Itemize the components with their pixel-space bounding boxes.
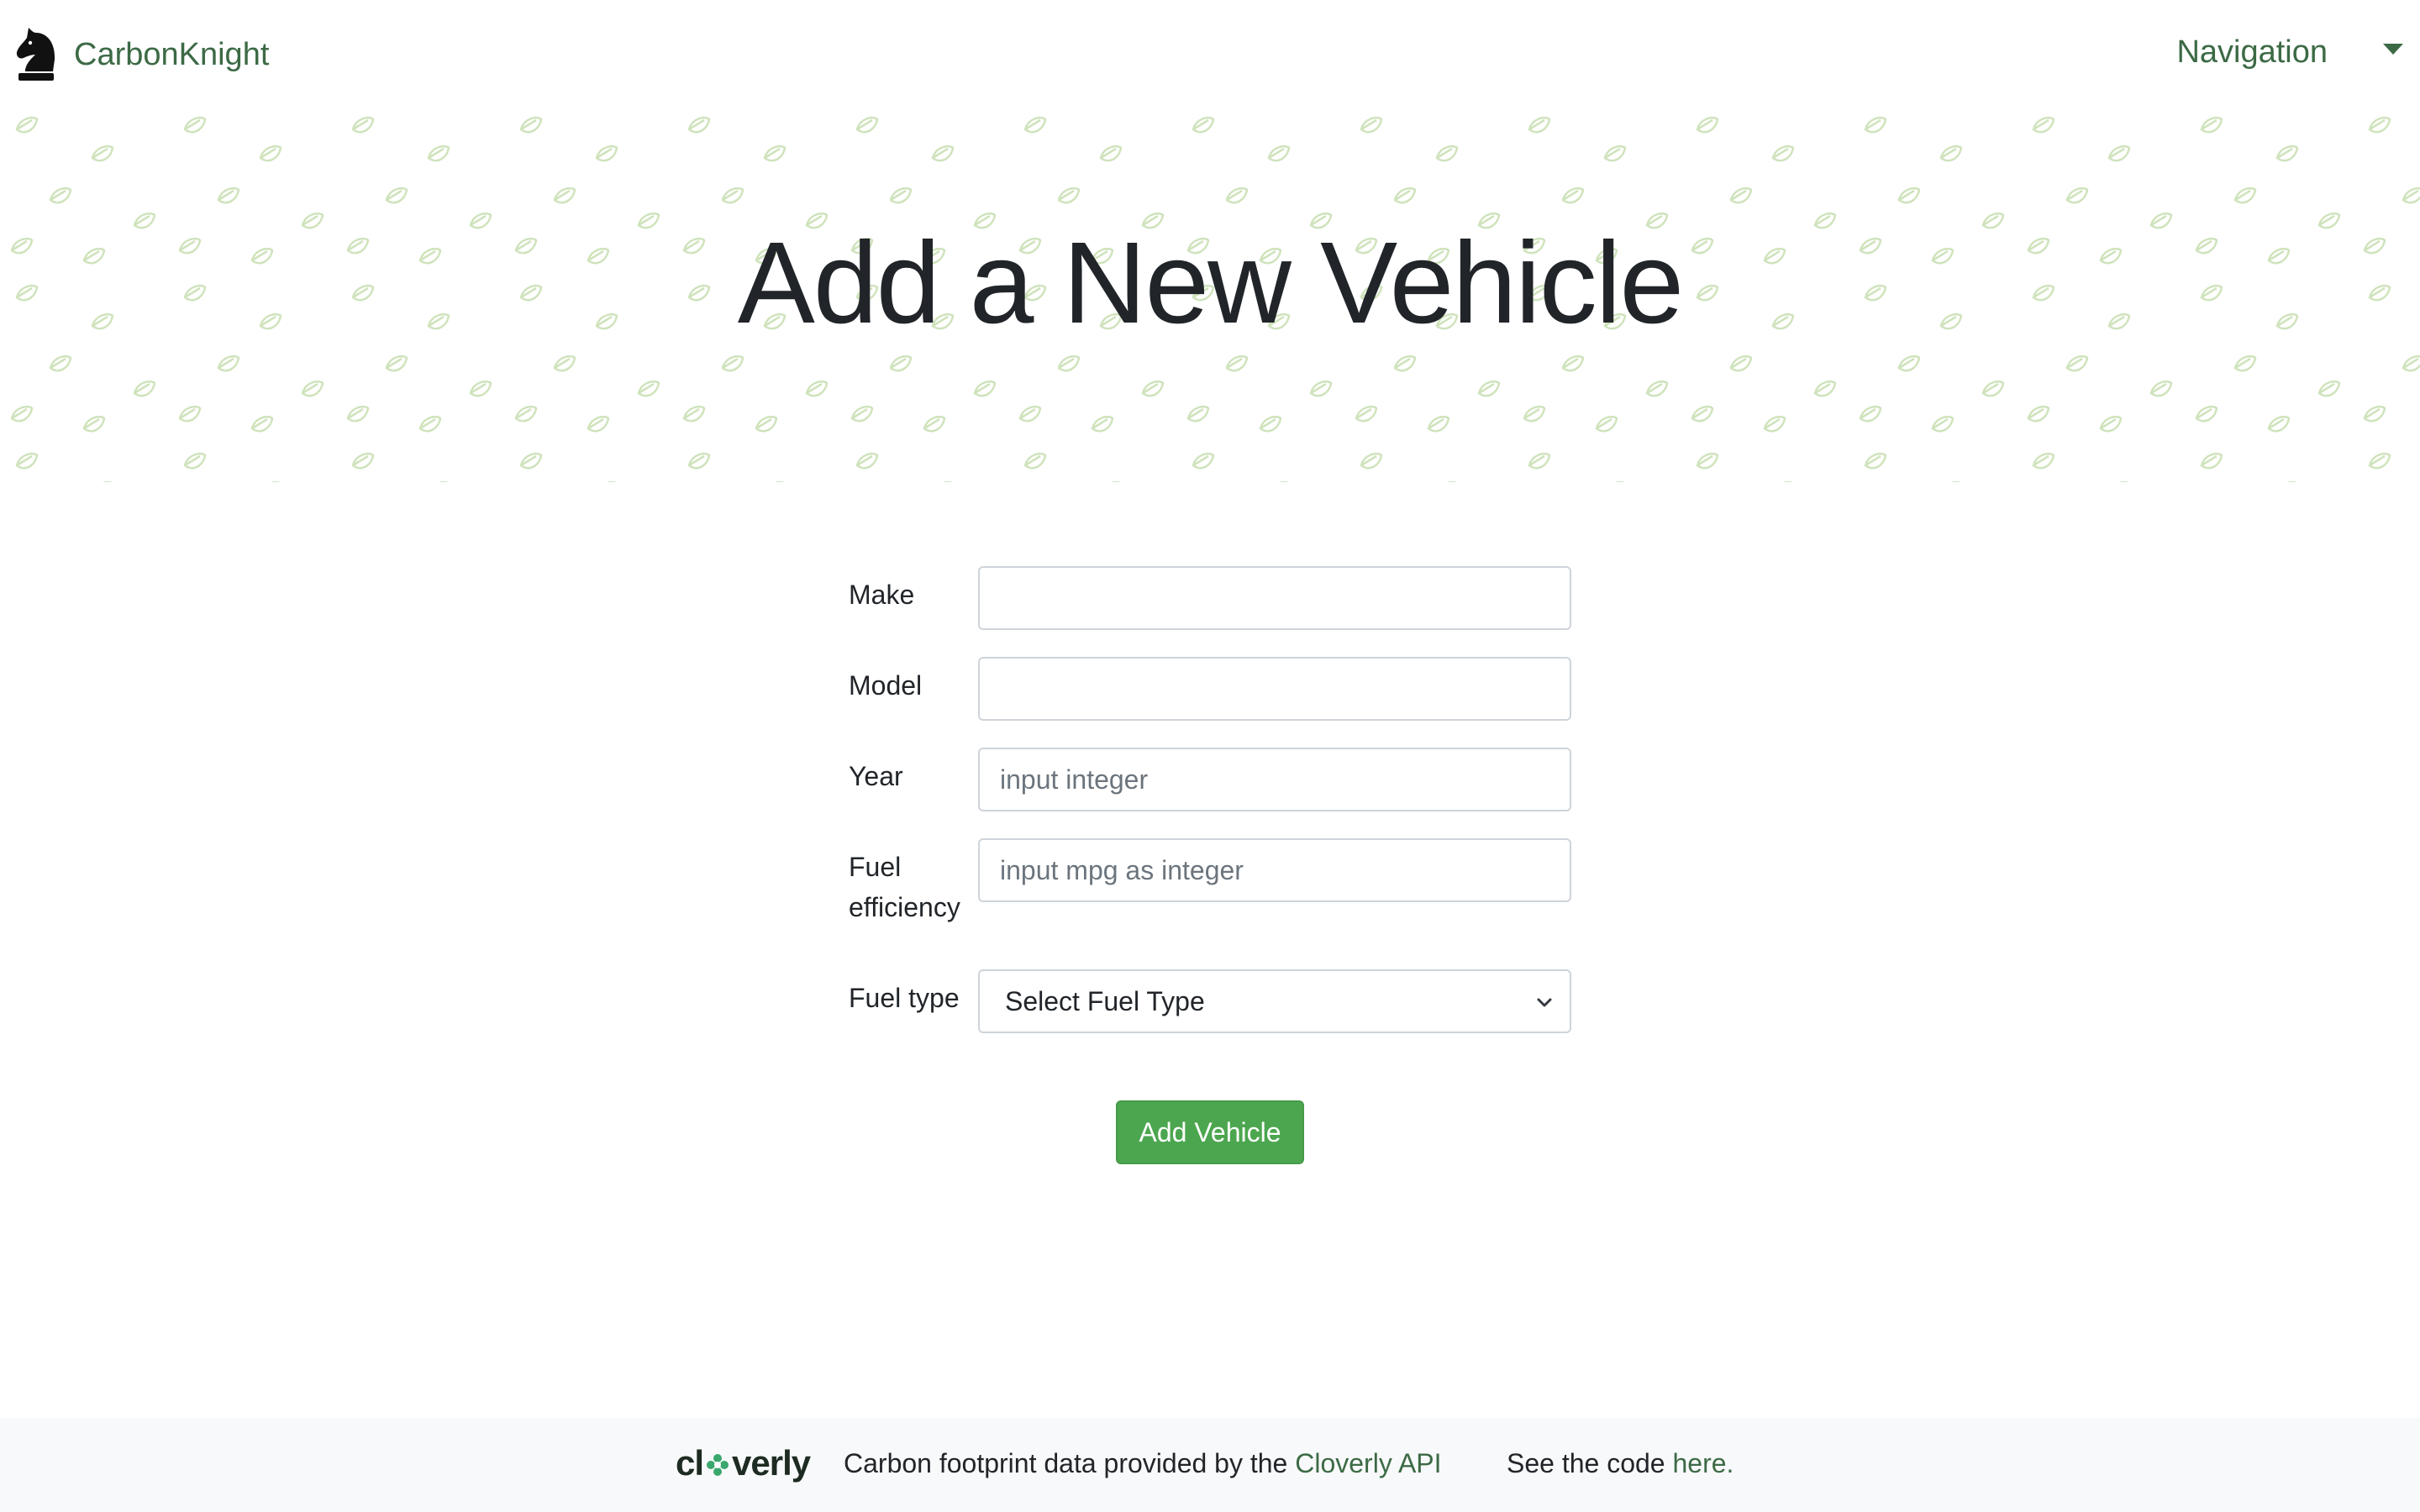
footer: cl verly Carbon footprint data provided … (0, 1418, 2420, 1512)
fuel-type-label: Fuel type (849, 983, 960, 1013)
navigation-label: Navigation (2176, 34, 2328, 70)
year-label: Year (849, 761, 903, 791)
chevron-down-icon (1537, 998, 1552, 1007)
footer-data-text: Carbon footprint data provided by the (844, 1448, 1296, 1478)
fuel-efficiency-input[interactable] (978, 838, 1571, 902)
source-code-link[interactable]: here (1672, 1448, 1726, 1478)
chess-knight-icon (16, 28, 55, 81)
navigation-dropdown-toggle[interactable]: Navigation (2176, 29, 2403, 76)
logo-text-prefix: cl (676, 1443, 704, 1483)
cloverly-logo: cl verly (676, 1443, 811, 1483)
fuel-efficiency-label: Fuel efficiency (849, 852, 960, 922)
footer-code-period: . (1726, 1448, 1734, 1478)
footer-data-credit: Carbon footprint data provided by the Cl… (844, 1448, 1442, 1479)
form-row-model: Model (849, 657, 1571, 721)
brand-link[interactable]: CarbonKnight (13, 25, 269, 84)
footer-code-credit: See the code here. (1507, 1448, 1733, 1479)
make-label: Make (849, 580, 915, 610)
fuel-type-select[interactable]: Select Fuel Type (978, 969, 1571, 1033)
navbar: CarbonKnight Navigation (0, 0, 2420, 108)
page-title: Add a New Vehicle (737, 218, 1684, 348)
model-label: Model (849, 670, 923, 701)
logo-text-suffix: verly (732, 1443, 811, 1483)
hero-banner: Add a New Vehicle (0, 108, 2420, 482)
make-input[interactable] (978, 566, 1571, 630)
model-input[interactable] (978, 657, 1571, 721)
form-row-year: Year (849, 748, 1571, 811)
brand-label: CarbonKnight (74, 36, 270, 72)
footer-code-text: See the code (1507, 1448, 1673, 1478)
form-row-fuel-efficiency: Fuel efficiency (849, 838, 1571, 939)
clover-icon (707, 1454, 729, 1476)
add-vehicle-button[interactable]: Add Vehicle (1116, 1100, 1304, 1164)
caret-down-icon (2383, 43, 2403, 55)
fuel-type-selected-value: Select Fuel Type (1005, 985, 1205, 1016)
year-input[interactable] (978, 748, 1571, 811)
form-row-make: Make (849, 566, 1571, 630)
cloverly-api-link[interactable]: Cloverly API (1295, 1448, 1441, 1478)
form-row-fuel-type: Fuel type Select Fuel Type (849, 969, 1571, 1070)
